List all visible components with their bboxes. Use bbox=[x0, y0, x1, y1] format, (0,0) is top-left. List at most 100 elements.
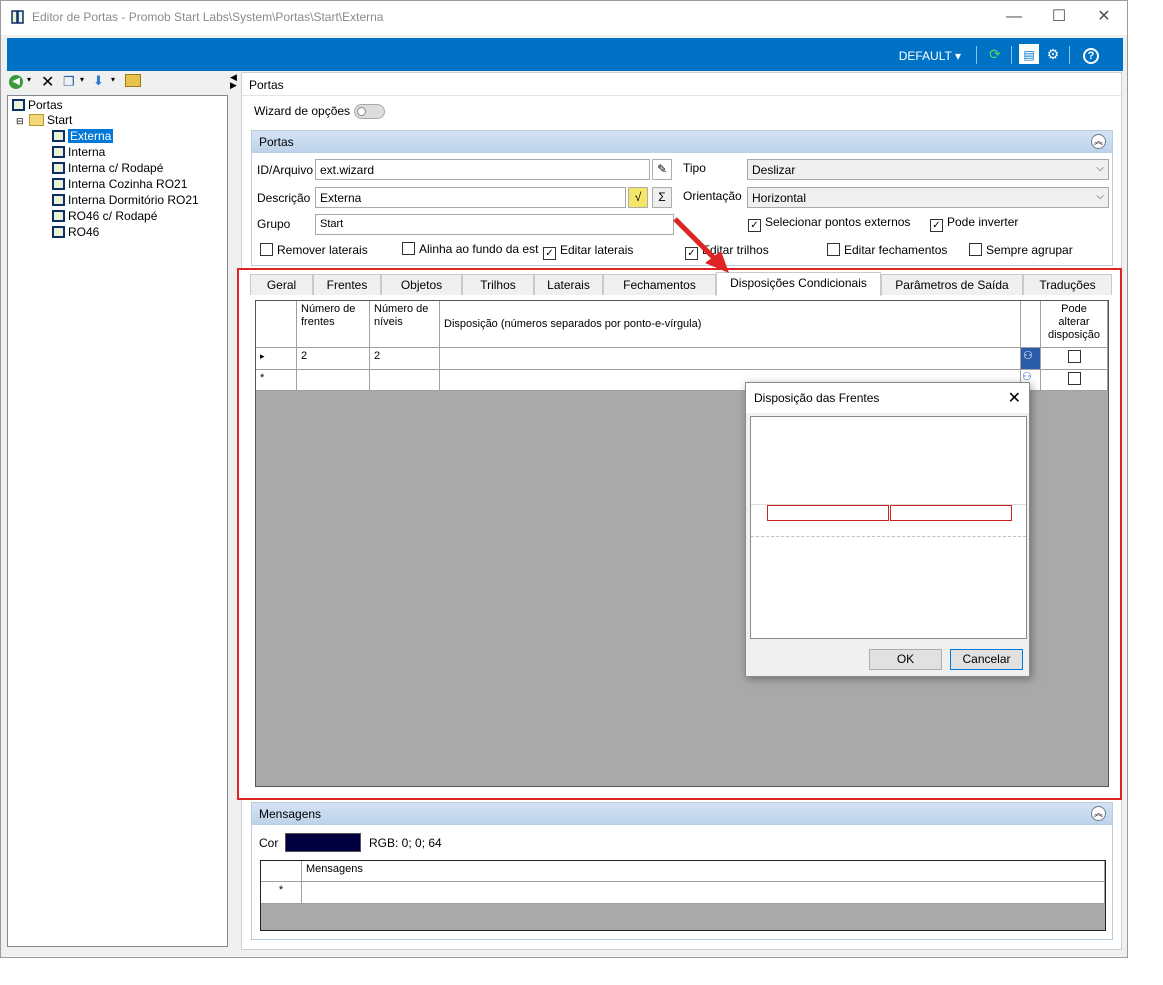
formula-icon[interactable]: √ bbox=[628, 187, 648, 208]
help-icon[interactable]: ? bbox=[1081, 44, 1101, 64]
folder-refresh-icon[interactable] bbox=[125, 74, 141, 87]
wizard-toggle[interactable] bbox=[354, 104, 385, 119]
window-title: Editor de Portas - Promob Start Labs\Sys… bbox=[32, 10, 384, 24]
cell-niveis[interactable] bbox=[370, 370, 440, 391]
edit-file-icon[interactable]: ✎ bbox=[652, 159, 672, 180]
binoculars-icon[interactable]: ⚇ bbox=[1021, 348, 1041, 370]
tab-geral[interactable]: Geral bbox=[250, 274, 313, 295]
collapse-up-icon[interactable]: ︽ bbox=[1091, 134, 1106, 149]
minimize-button[interactable]: — bbox=[991, 5, 1037, 31]
row-marker: * bbox=[256, 370, 297, 391]
tree-item-label: RO46 c/ Rodapé bbox=[68, 209, 158, 223]
move-down-icon[interactable]: ⬇ bbox=[93, 73, 104, 89]
frente-slot-1[interactable] bbox=[767, 505, 889, 521]
tree-item-label: RO46 bbox=[68, 225, 100, 239]
toolbar-separator bbox=[1069, 46, 1070, 64]
tab-objetos[interactable]: Objetos bbox=[381, 274, 462, 295]
profile-dropdown[interactable]: DEFAULT ▾ bbox=[899, 49, 961, 63]
checkbox-label: Selecionar pontos externos bbox=[765, 215, 911, 229]
ok-button[interactable]: OK bbox=[869, 649, 942, 670]
copy-icon[interactable]: ❐ bbox=[63, 74, 75, 90]
cell-frentes[interactable] bbox=[297, 370, 370, 391]
tab-disposicoes-condicionais[interactable]: Disposições Condicionais bbox=[716, 272, 881, 296]
frente-slot-2[interactable] bbox=[890, 505, 1012, 521]
dialog-title-text: Disposição das Frentes bbox=[754, 391, 880, 405]
tab-trilhos[interactable]: Trilhos bbox=[462, 274, 534, 295]
delete-icon[interactable]: ✕ bbox=[41, 72, 54, 92]
checkbox-box bbox=[402, 242, 415, 255]
color-swatch[interactable] bbox=[285, 833, 361, 852]
remover-laterais-checkbox[interactable]: Remover laterais bbox=[260, 243, 368, 257]
col-header-frentes: Número de frentes bbox=[297, 301, 370, 348]
chevron-down-icon[interactable]: ▾ bbox=[80, 75, 84, 84]
tipo-value: Deslizar bbox=[752, 163, 796, 177]
sempre-agrupar-checkbox[interactable]: Sempre agrupar bbox=[969, 243, 1073, 257]
dialog-close-icon[interactable]: ✕ bbox=[1008, 388, 1021, 408]
tree-item-ro46-rodape[interactable]: RO46 c/ Rodapé bbox=[52, 209, 157, 224]
tab-frentes[interactable]: Frentes bbox=[313, 274, 381, 295]
tab-laterais[interactable]: Laterais bbox=[534, 274, 603, 295]
doors-icon bbox=[12, 99, 25, 111]
gears-icon[interactable]: ⚙ bbox=[1043, 44, 1063, 64]
cell-disposicao[interactable] bbox=[440, 348, 1021, 370]
cell-frentes[interactable]: 2 bbox=[297, 348, 370, 370]
description-input[interactable]: Externa bbox=[315, 187, 626, 208]
grupo-input[interactable]: Start bbox=[315, 214, 674, 235]
tree-item-interna-rodape[interactable]: Interna c/ Rodapé bbox=[52, 161, 163, 176]
refresh-icon[interactable]: ⟳ bbox=[985, 44, 1005, 64]
grid-corner bbox=[261, 861, 302, 882]
sigma-button[interactable]: Σ bbox=[652, 187, 672, 208]
orientacao-select[interactable]: Horizontal ⌵ bbox=[747, 187, 1109, 208]
chevron-down-icon: ⌵ bbox=[1096, 191, 1104, 202]
chevron-down-icon[interactable]: ▾ bbox=[27, 75, 31, 84]
tree-item-ro46[interactable]: RO46 bbox=[52, 225, 99, 240]
tipo-select[interactable]: Deslizar ⌵ bbox=[747, 159, 1109, 180]
grid-corner bbox=[256, 301, 297, 348]
messages-column-header: Mensagens bbox=[302, 861, 1105, 882]
pode-inverter-checkbox[interactable]: ✓ Pode inverter bbox=[930, 215, 1018, 232]
cell-niveis[interactable]: 2 bbox=[370, 348, 440, 370]
col-header-niveis: Número de níveis bbox=[370, 301, 440, 348]
new-row-marker: * bbox=[261, 882, 302, 904]
tree-item-interna[interactable]: Interna bbox=[52, 145, 105, 160]
col-header-button bbox=[1021, 301, 1041, 348]
selecionar-pontos-checkbox[interactable]: ✓ Selecionar pontos externos bbox=[748, 215, 910, 232]
tree-item-interna-cozinha[interactable]: Interna Cozinha RO21 bbox=[52, 177, 187, 192]
orientacao-label: Orientação bbox=[683, 189, 742, 203]
page-title: Portas bbox=[249, 78, 284, 92]
close-window-button[interactable]: ✕ bbox=[1081, 5, 1127, 31]
alinha-fundo-checkbox[interactable]: Alinha ao fundo da est bbox=[402, 242, 538, 256]
checkbox-box bbox=[260, 243, 273, 256]
app-door-icon bbox=[11, 10, 24, 24]
tab-traducoes[interactable]: Traduções bbox=[1023, 274, 1112, 295]
messages-new-cell[interactable] bbox=[302, 882, 1105, 904]
tree-folder-label: Start bbox=[47, 113, 73, 127]
id-file-input[interactable]: ext.wizard bbox=[315, 159, 650, 180]
editar-laterais-checkbox[interactable]: ✓ Editar laterais bbox=[543, 243, 633, 260]
add-icon[interactable]: ◀ bbox=[9, 75, 23, 89]
tab-parametros-saida[interactable]: Parâmetros de Saída bbox=[881, 274, 1023, 295]
chevron-down-icon[interactable]: ▾ bbox=[111, 75, 115, 84]
orientacao-value: Horizontal bbox=[752, 191, 807, 205]
collapse-icon[interactable]: ⊟ bbox=[16, 114, 24, 129]
cancel-button[interactable]: Cancelar bbox=[950, 649, 1023, 670]
tree-item-externa[interactable]: Externa bbox=[52, 129, 114, 144]
maximize-button[interactable]: ☐ bbox=[1036, 5, 1082, 31]
cell-pode-alterar[interactable] bbox=[1041, 348, 1108, 370]
tab-fechamentos[interactable]: Fechamentos bbox=[603, 274, 716, 295]
collapse-up-icon[interactable]: ︽ bbox=[1091, 806, 1106, 821]
layout-icon[interactable]: ▤ bbox=[1019, 44, 1039, 64]
checkbox-box: ✓ bbox=[543, 247, 556, 260]
cell-pode-alterar[interactable] bbox=[1041, 370, 1108, 391]
tree-item-interna-dormitorio[interactable]: Interna Dormitório RO21 bbox=[52, 193, 199, 208]
col-header-disposicao: Disposição (números separados por ponto-… bbox=[440, 301, 1021, 348]
disposicao-frentes-dialog: Disposição das Frentes ✕ OK Cancelar bbox=[745, 382, 1030, 677]
checkbox-box: ✓ bbox=[748, 219, 761, 232]
tree-root[interactable]: Portas bbox=[12, 98, 63, 113]
tipo-label: Tipo bbox=[683, 161, 706, 175]
cor-label: Cor bbox=[259, 836, 279, 850]
editar-fechamentos-checkbox[interactable]: Editar fechamentos bbox=[827, 243, 947, 257]
door-icon bbox=[52, 162, 65, 174]
panel-splitter[interactable]: ◀ ▶ bbox=[230, 73, 238, 91]
tree-folder-start[interactable]: Start bbox=[29, 113, 72, 128]
